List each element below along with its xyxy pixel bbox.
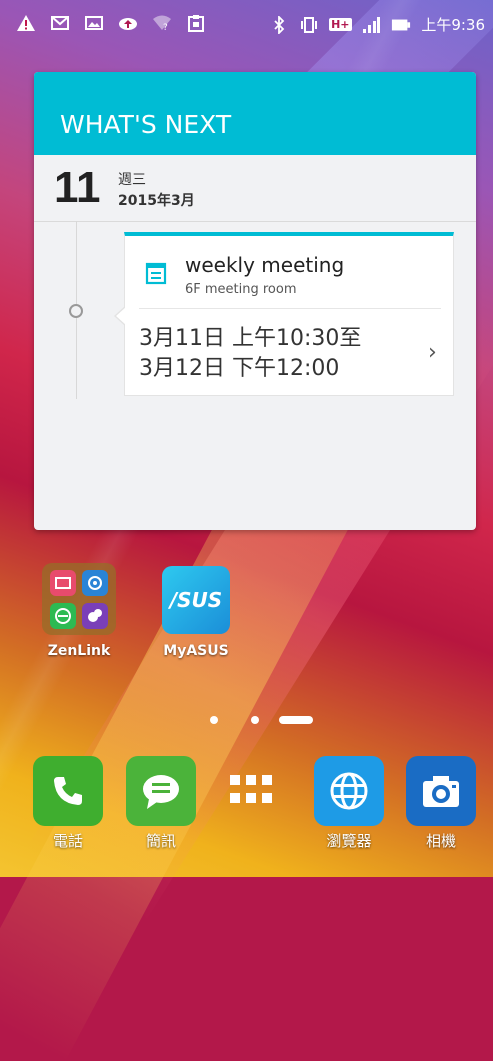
all-apps-icon[interactable]: [230, 775, 276, 811]
zenlink-label: ZenLink: [47, 643, 111, 659]
year-month-label: 2015年3月: [118, 193, 195, 209]
bluetooth-icon: [269, 15, 289, 34]
status-bar: ? H+ 上午9:36: [0, 0, 493, 52]
signal-icon: [361, 16, 381, 34]
battery-icon: [391, 16, 411, 34]
clock: 上午9:36: [421, 16, 485, 34]
myasus-label: MyASUS: [163, 643, 229, 659]
warning-icon: [16, 14, 36, 32]
phone-app-label: 電話: [52, 832, 83, 850]
clipboard-icon: [186, 14, 206, 32]
wifi-unknown-icon: ?: [152, 14, 172, 32]
day-number: 11: [54, 163, 101, 212]
messages-app-label: 簡訊: [145, 832, 176, 850]
camera-app-icon[interactable]: [406, 756, 476, 826]
messages-app-icon[interactable]: [126, 756, 196, 826]
network-type-label: H+: [329, 18, 352, 31]
event-location: 6F meeting room: [185, 282, 297, 297]
zenlink-folder[interactable]: [42, 563, 116, 635]
weekday-label: 週三: [118, 172, 146, 188]
vibrate-icon: [299, 16, 319, 34]
image-icon: [84, 14, 104, 32]
browser-app-icon[interactable]: [314, 756, 384, 826]
chevron-right-icon[interactable]: ›: [428, 340, 437, 365]
asus-logo: /SUS: [169, 588, 223, 612]
camera-app-label: 相機: [425, 832, 456, 850]
date-row: 11 週三 2015年3月: [34, 155, 476, 222]
event-card[interactable]: weekly meeting 6F meeting room 3月11日 上午1…: [114, 232, 454, 396]
event-time-end: 3月12日 下午12:00: [139, 356, 340, 381]
cloud-upload-icon: [118, 14, 138, 32]
divider: [139, 308, 441, 309]
party-link-icon: [50, 603, 76, 629]
browser-app-label: 瀏覽器: [326, 832, 372, 850]
timeline-dot: [69, 304, 83, 318]
whats-next-widget[interactable]: WHAT'S NEXT 11 週三 2015年3月 weekly meeting…: [34, 72, 476, 530]
remote-link-icon: [82, 570, 108, 596]
page-indicator-dot[interactable]: [210, 716, 218, 724]
event-time-start: 3月11日 上午10:30至: [139, 326, 362, 351]
page-indicator-dot[interactable]: [251, 716, 259, 724]
widget-header: WHAT'S NEXT: [34, 72, 476, 155]
mail-icon: [50, 14, 70, 32]
calendar-icon: [145, 261, 167, 285]
svg-text:?: ?: [163, 23, 168, 31]
pc-link-icon: [82, 603, 108, 629]
hplus-icon: H+: [329, 16, 352, 34]
phone-app-icon[interactable]: [33, 756, 103, 826]
event-title: weekly meeting: [185, 253, 345, 277]
share-link-icon: [50, 570, 76, 596]
myasus-icon[interactable]: /SUS: [162, 566, 230, 634]
page-indicator-current[interactable]: [279, 716, 313, 724]
